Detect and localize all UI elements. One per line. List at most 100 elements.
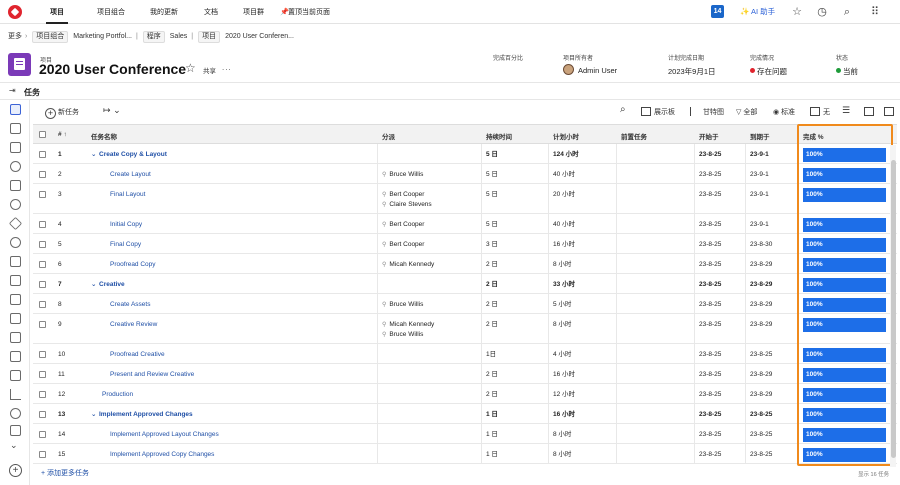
task-planned-hours[interactable]: 8 小时 <box>553 450 571 460</box>
table-row[interactable]: 3 Final Layout ⚲ Bert Cooper ⚲ Claire Stevens… <box>33 184 897 214</box>
board-nav-icon[interactable] <box>10 256 21 267</box>
row-checkbox[interactable] <box>39 171 46 178</box>
ai-assistant-button[interactable]: ✨ AI 助手 <box>740 6 775 17</box>
task-name-link[interactable]: Final Layout <box>110 190 145 200</box>
settings-nav-icon[interactable] <box>10 408 21 419</box>
task-name-link[interactable]: Create Assets <box>110 300 150 310</box>
assignee[interactable]: ⚲ Bert Cooper <box>382 240 424 250</box>
group-none-button[interactable]: 无 <box>810 107 830 117</box>
gantt-view-button[interactable]: 甘特图 <box>690 107 724 117</box>
file-nav-icon[interactable] <box>10 180 21 191</box>
task-planned-hours[interactable]: 40 小时 <box>553 170 575 180</box>
task-start-date[interactable]: 23-8-25 <box>699 450 721 460</box>
task-start-date[interactable]: 23-8-25 <box>699 410 721 420</box>
task-planned-hours[interactable]: 8 小时 <box>553 260 571 270</box>
task-name-link[interactable]: ⌄ Create Copy & Layout <box>91 150 167 160</box>
list-options-icon[interactable]: ☰ <box>842 105 850 116</box>
task-due-date[interactable]: 23-9-1 <box>750 220 769 230</box>
row-checkbox[interactable] <box>39 321 46 328</box>
task-planned-hours[interactable]: 40 小时 <box>553 220 575 230</box>
task-duration[interactable]: 2 日 <box>486 260 498 270</box>
star-icon[interactable]: ☆ <box>790 5 804 19</box>
row-checkbox[interactable] <box>39 411 46 418</box>
assignee[interactable]: ⚲ Bruce Willis <box>382 300 423 310</box>
task-planned-hours[interactable]: 12 小时 <box>553 390 575 400</box>
task-planned-hours[interactable]: 8 小时 <box>553 430 571 440</box>
task-duration[interactable]: 1 日 <box>486 410 498 420</box>
report-nav-icon[interactable] <box>10 294 21 305</box>
header-predecessors[interactable]: 前置任务 <box>621 131 647 141</box>
assignee[interactable]: ⚲ Claire Stevens <box>382 200 432 210</box>
task-due-date[interactable]: 23-8-29 <box>750 260 772 270</box>
timeline-nav-icon[interactable] <box>10 351 21 362</box>
task-duration[interactable]: 2 日 <box>486 370 498 380</box>
task-start-date[interactable]: 23-8-25 <box>699 350 721 360</box>
task-duration[interactable]: 1 日 <box>486 430 498 440</box>
chevron-down-icon[interactable]: ⌄ <box>10 440 18 451</box>
new-task-button[interactable]: + 新任务 <box>45 107 79 119</box>
document-nav-icon[interactable] <box>10 123 21 134</box>
task-start-date[interactable]: 23-8-25 <box>699 190 721 200</box>
task-due-date[interactable]: 23-9-1 <box>750 170 769 180</box>
task-start-date[interactable]: 23-8-25 <box>699 320 721 330</box>
issues-nav-icon[interactable] <box>10 142 21 153</box>
assignee[interactable]: ⚲ Bruce Willis <box>382 330 423 340</box>
task-due-date[interactable]: 23-8-25 <box>750 450 772 460</box>
task-due-date[interactable]: 23-8-29 <box>750 370 772 380</box>
task-name-link[interactable]: Initial Copy <box>110 220 142 230</box>
task-due-date[interactable]: 23-8-29 <box>750 390 772 400</box>
indent-dropdown[interactable]: ↦ ⌄ <box>103 105 121 116</box>
row-checkbox[interactable] <box>39 301 46 308</box>
table-row[interactable]: 14 Implement Approved Layout Changes 1 日 8 … <box>33 424 897 444</box>
breadcrumb-project-link[interactable]: 2020 User Conferen... <box>225 33 294 40</box>
app-grid-icon[interactable]: ⠿ <box>868 5 882 19</box>
calendar-nav-icon[interactable] <box>10 370 21 381</box>
add-more-tasks-link[interactable]: + 添加更多任务 <box>41 468 89 478</box>
table-row[interactable]: 2 Create Layout ⚲ Bruce Willis 5 日 40 小时 23-8-… <box>33 164 897 184</box>
breadcrumb-portfolio-link[interactable]: Marketing Portfol... <box>73 33 132 40</box>
task-duration[interactable]: 1 日 <box>486 450 498 460</box>
task-start-date[interactable]: 23-8-25 <box>699 430 721 440</box>
row-checkbox[interactable] <box>39 451 46 458</box>
nav-item-projects[interactable]: 项目 <box>46 7 68 24</box>
board-view-button[interactable]: 展示板 <box>641 107 675 117</box>
task-name-link[interactable]: Final Copy <box>110 240 141 250</box>
meta-value-status[interactable]: 当前 <box>836 66 858 77</box>
task-planned-hours[interactable]: 5 小时 <box>553 300 571 310</box>
row-checkbox[interactable] <box>39 371 46 378</box>
header-task-name[interactable]: 任务名称 <box>91 131 117 141</box>
search-icon[interactable]: ⌕ <box>840 5 854 19</box>
collapse-panel-icon[interactable]: ⇥ <box>9 86 16 95</box>
task-name-link[interactable]: Creative Review <box>110 320 157 330</box>
table-row[interactable]: 15 Implement Approved Copy Changes 1 日 8 小时… <box>33 444 897 464</box>
row-checkbox[interactable] <box>39 191 46 198</box>
nav-item-portfolios[interactable]: 项目组合 <box>97 7 125 17</box>
hours-nav-icon[interactable] <box>10 332 21 343</box>
task-start-date[interactable]: 23-8-25 <box>699 390 721 400</box>
task-start-date[interactable]: 23-8-25 <box>699 220 721 230</box>
nav-item-pin-page[interactable]: 📌置顶当前页面 <box>280 7 330 17</box>
nav-item-documents[interactable]: 文档 <box>204 7 218 17</box>
task-duration[interactable]: 2 日 <box>486 280 498 290</box>
task-planned-hours[interactable]: 16 小时 <box>553 410 575 420</box>
header-planned-hours[interactable]: 计划小时 <box>553 131 579 141</box>
export-icon[interactable] <box>864 107 877 116</box>
task-duration[interactable]: 2 日 <box>486 390 498 400</box>
assignee[interactable]: ⚲ Micah Kennedy <box>382 320 434 330</box>
breadcrumb-program-link[interactable]: Sales <box>170 33 188 40</box>
task-due-date[interactable]: 23-8-30 <box>750 240 772 250</box>
meta-value-condition[interactable]: 存在问题 <box>750 66 787 77</box>
row-checkbox[interactable] <box>39 221 46 228</box>
nav-item-programs[interactable]: 项目群 <box>243 7 264 17</box>
task-due-date[interactable]: 23-8-25 <box>750 410 772 420</box>
table-row[interactable]: 8 Create Assets ⚲ Bruce Willis 2 日 5 小时 23-8-2… <box>33 294 897 314</box>
task-due-date[interactable]: 23-8-29 <box>750 300 772 310</box>
assignee[interactable]: ⚲ Micah Kennedy <box>382 260 434 270</box>
search-icon[interactable]: ⌕ <box>620 104 626 115</box>
expand-chevron-icon[interactable]: ⌄ <box>91 150 99 160</box>
row-checkbox[interactable] <box>39 281 46 288</box>
panel-toggle-icon[interactable] <box>884 107 897 116</box>
task-duration[interactable]: 5 日 <box>486 220 498 230</box>
history-icon[interactable]: ◷ <box>815 5 829 19</box>
task-due-date[interactable]: 23-8-29 <box>750 320 772 330</box>
